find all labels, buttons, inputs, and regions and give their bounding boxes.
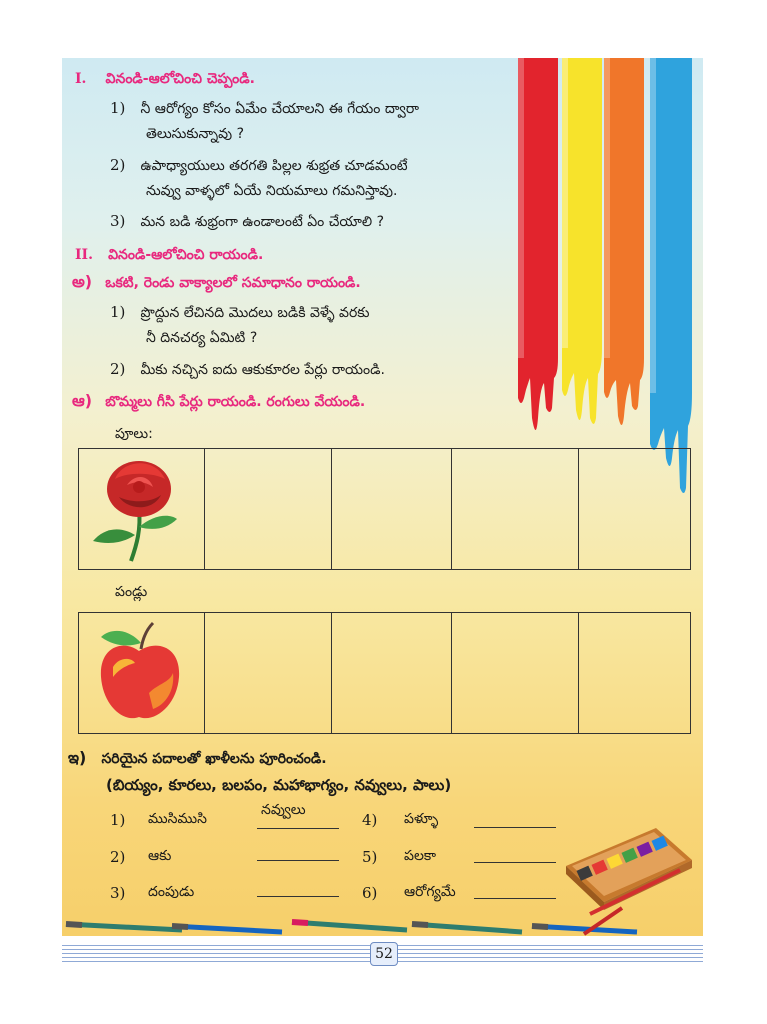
answer-blank-2[interactable] — [257, 860, 339, 861]
section-1-item-3: 3) మన బడి శుభ్రంగా ఉండాలంటే ఏం చేయాలి ? — [110, 212, 385, 230]
rose-icon — [93, 461, 177, 562]
paint-brushes-illustration — [65, 906, 638, 936]
blank-item-5: 5) పలకా — [362, 848, 437, 866]
fruits-grid — [78, 612, 691, 734]
section-1-heading: I. వినండి-ఆలోచించి చెప్పండి. — [75, 68, 255, 90]
answer-blank-4[interactable] — [474, 827, 556, 828]
section-2-heading: II. వినండి-ఆలోచించి రాయండి. — [75, 247, 264, 263]
blank-item-1: 1) ముసిముసి — [110, 811, 207, 829]
section-1-item-1-line-2: తెలుసుకున్నావు ? — [146, 126, 245, 142]
brush-icon-5 — [531, 923, 638, 935]
sub-section-i-title: సరియైన పదాలతో ఖాళీలను పూరించండి. — [101, 751, 327, 767]
word-options: (బియ్యం, కూరలు, బలపం, మహాభాగ్యం, నవ్వులు… — [106, 776, 452, 794]
fruits-label: పండ్లు — [115, 584, 148, 600]
section-2-item-2: 2) మీకు నచ్చిన ఐదు ఆకుకూరల పేర్లు రాయండి… — [110, 360, 385, 378]
apple-icon — [100, 621, 180, 719]
sub-section-a-heading: అ) ఒకటి, రెండు వాక్యాలలో సమాధానం రాయండి. — [72, 272, 361, 291]
blank-item-2: 2) ఆకు — [110, 848, 172, 866]
answer-blank-6[interactable] — [474, 898, 556, 899]
flowers-cell-2[interactable] — [205, 449, 332, 569]
section-2-item-1-line-2: నీ దినచర్య ఏమిటి ? — [146, 330, 258, 346]
flowers-cell-4[interactable] — [452, 449, 579, 569]
sub-section-aa-heading: ఆ) బొమ్మలు గీసి పేర్లు రాయండి. రంగులు వే… — [72, 391, 366, 410]
section-1-roman: I. — [75, 71, 87, 87]
sub-section-i-heading: ఇ) సరియైన పదాలతో ఖాళీలను పూరించండి. — [68, 748, 327, 767]
fruits-cell-3[interactable] — [332, 613, 452, 733]
fruits-cell-2[interactable] — [205, 613, 332, 733]
flowers-label: పూలు: — [115, 426, 153, 442]
blank-item-3: 3) దంపుడు — [110, 884, 195, 902]
page-number: 52 — [370, 942, 398, 966]
fruits-cell-1 — [79, 613, 205, 733]
worksheet-panel: I. వినండి-ఆలోచించి చెప్పండి. 1) నీ ఆరోగ్… — [62, 58, 703, 936]
blank-item-4: 4) పళ్ళూ — [362, 811, 439, 829]
section-2-item-1: 1) ప్రొద్దున లేచినది మొదలు బడికి వెళ్ళే … — [110, 303, 370, 321]
section-1-item-2-line-2: నువ్వు వాళ్ళలో ఏయే నియమాలు గమనిస్తావు. — [146, 183, 398, 199]
flowers-grid — [78, 448, 691, 570]
brush-icon-1 — [65, 921, 183, 933]
brush-icon-2 — [171, 923, 283, 935]
brush-icon-3 — [291, 919, 408, 933]
answer-blank-5[interactable] — [474, 862, 556, 863]
paint-drips-illustration — [518, 58, 692, 493]
blank-item-6: 6) ఆరోగ్యమే — [362, 884, 456, 902]
section-1-item-1: 1) నీ ఆరోగ్యం కోసం ఏమేం చేయాలని ఈ గేయం ద… — [110, 99, 419, 117]
section-1-item-2: 2) ఉపాధ్యాయులు తరగతి పిల్లల శుభ్రత చూడమం… — [110, 156, 408, 174]
flowers-cell-5[interactable] — [579, 449, 692, 569]
answer-blank-3[interactable] — [257, 896, 339, 897]
answer-blank-1[interactable]: నవ్వులు — [257, 802, 339, 829]
fruits-cell-4[interactable] — [452, 613, 579, 733]
flowers-cell-1 — [79, 449, 205, 569]
section-2-title: వినండి-ఆలోచించి రాయండి. — [108, 247, 264, 263]
fruits-cell-5[interactable] — [579, 613, 692, 733]
section-1-title: వినండి-ఆలోచించి చెప్పండి. — [105, 71, 255, 87]
blue-paint-stream — [650, 58, 692, 493]
brush-icon-4 — [411, 921, 523, 935]
flowers-cell-3[interactable] — [332, 449, 452, 569]
